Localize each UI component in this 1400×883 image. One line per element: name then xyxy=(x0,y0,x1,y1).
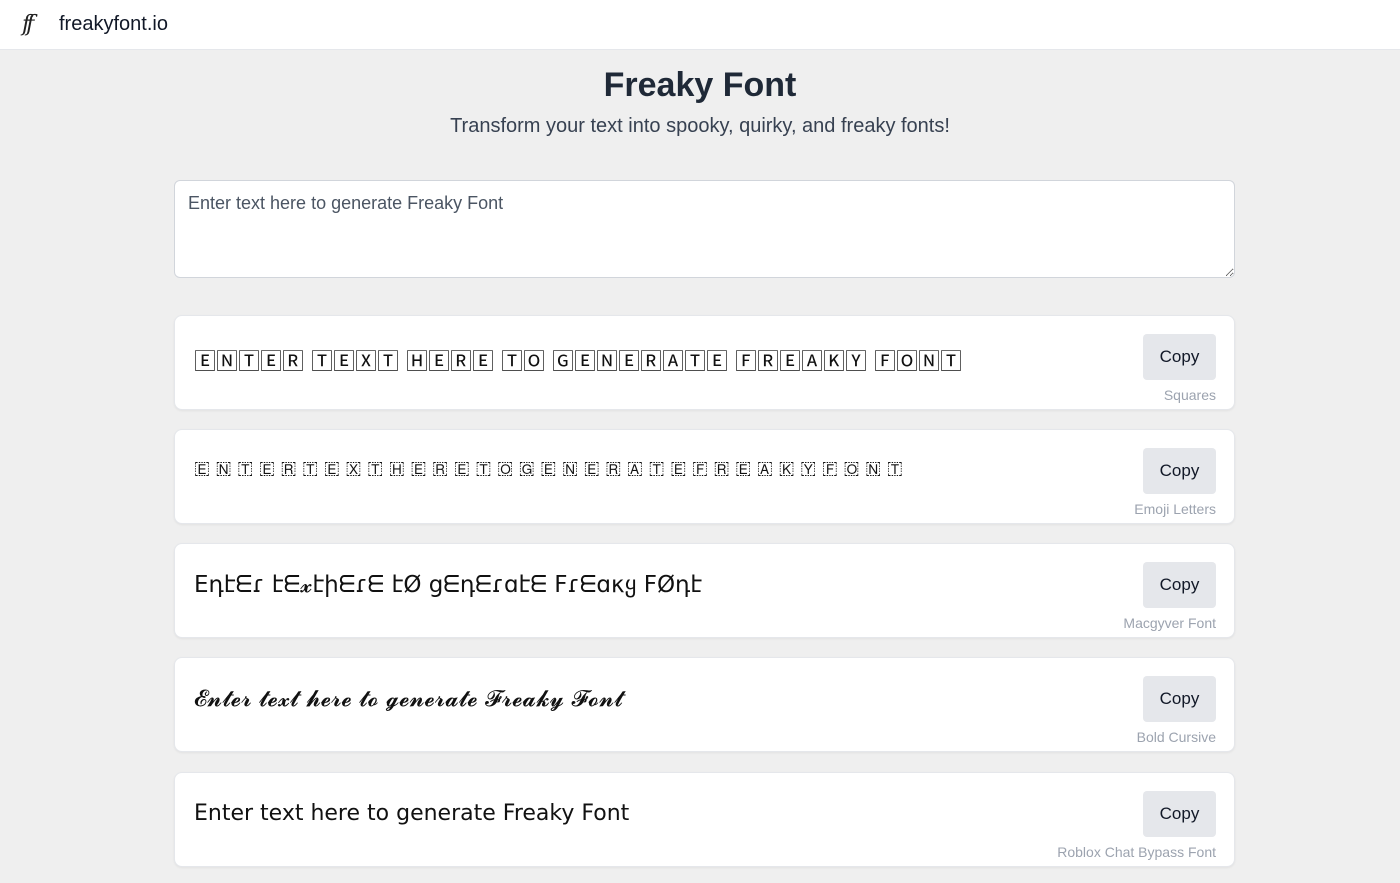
result-text: 🇪 🇳 🇹 🇪 🇷 🇹 🇪 🇽 🇹 🇭 🇪 🇷 🇪 🇹 🇴 🇬 🇪 🇳 🇪 🇷 … xyxy=(194,458,903,479)
result-text: Eոter text here to generate Freaky Foոt xyxy=(194,801,630,826)
result-card-squares: 🄴🄽🅃🄴🅁 🅃🄴🅇🅃 🄷🄴🅁🄴 🅃🄾 🄶🄴🄽🄴🅁🄰🅃🄴 🄵🅁🄴🄰🄺🅈 🄵🄾🄽🅃 … xyxy=(174,315,1235,410)
brand-link[interactable]: freakyfont.io xyxy=(59,13,168,36)
result-text: Eդէᗴɾ էᗴ𝔁էիᗴɾᗴ էØ ցᗴդᗴɾɑէᗴ Fɾᗴɑκყ FØդէ xyxy=(194,572,703,598)
style-name-label: Bold Cursive xyxy=(1136,729,1216,745)
style-name-label: Squares xyxy=(1163,387,1216,403)
copy-button[interactable]: Copy xyxy=(1143,676,1216,722)
logo-icon[interactable]: ff xyxy=(22,13,46,36)
page-title: Freaky Font xyxy=(603,66,797,104)
style-name-label: Emoji Letters xyxy=(1134,501,1216,517)
style-name-label: Macgyver Font xyxy=(1123,615,1216,631)
result-card-bold-cursive: 𝓔𝓷𝓽𝓮𝓻 𝓽𝓮𝔁𝓽 𝓱𝓮𝓻𝓮 𝓽𝓸 𝓰𝓮𝓷𝓮𝓻𝓪𝓽𝓮 𝓕𝓻𝓮𝓪𝓴𝔂 𝓕𝓸𝓷𝓽 … xyxy=(174,657,1235,752)
copy-button[interactable]: Copy xyxy=(1143,562,1216,608)
result-card-macgyver: Eդէᗴɾ էᗴ𝔁էիᗴɾᗴ էØ ցᗴդᗴɾɑէᗴ Fɾᗴɑκყ FØդէ C… xyxy=(174,543,1235,638)
copy-button[interactable]: Copy xyxy=(1143,791,1216,837)
top-navbar: ff freakyfont.io xyxy=(0,0,1400,50)
copy-button[interactable]: Copy xyxy=(1143,448,1216,494)
page-subtitle: Transform your text into spooky, quirky,… xyxy=(450,115,950,137)
style-name-label: Roblox Chat Bypass Font xyxy=(1057,844,1216,860)
result-card-roblox-bypass: Eոter text here to generate Freaky Foոt … xyxy=(174,772,1235,867)
result-text: 𝓔𝓷𝓽𝓮𝓻 𝓽𝓮𝔁𝓽 𝓱𝓮𝓻𝓮 𝓽𝓸 𝓰𝓮𝓷𝓮𝓻𝓪𝓽𝓮 𝓕𝓻𝓮𝓪𝓴𝔂 𝓕𝓸𝓷𝓽 xyxy=(194,686,624,712)
copy-button[interactable]: Copy xyxy=(1143,334,1216,380)
text-input[interactable] xyxy=(174,180,1235,278)
result-card-emoji-letters: 🇪 🇳 🇹 🇪 🇷 🇹 🇪 🇽 🇹 🇭 🇪 🇷 🇪 🇹 🇴 🇬 🇪 🇳 🇪 🇷 … xyxy=(174,429,1235,524)
result-text: 🄴🄽🅃🄴🅁 🅃🄴🅇🅃 🄷🄴🅁🄴 🅃🄾 🄶🄴🄽🄴🅁🄰🅃🄴 🄵🅁🄴🄰🄺🅈 🄵🄾🄽🅃 xyxy=(194,350,962,375)
